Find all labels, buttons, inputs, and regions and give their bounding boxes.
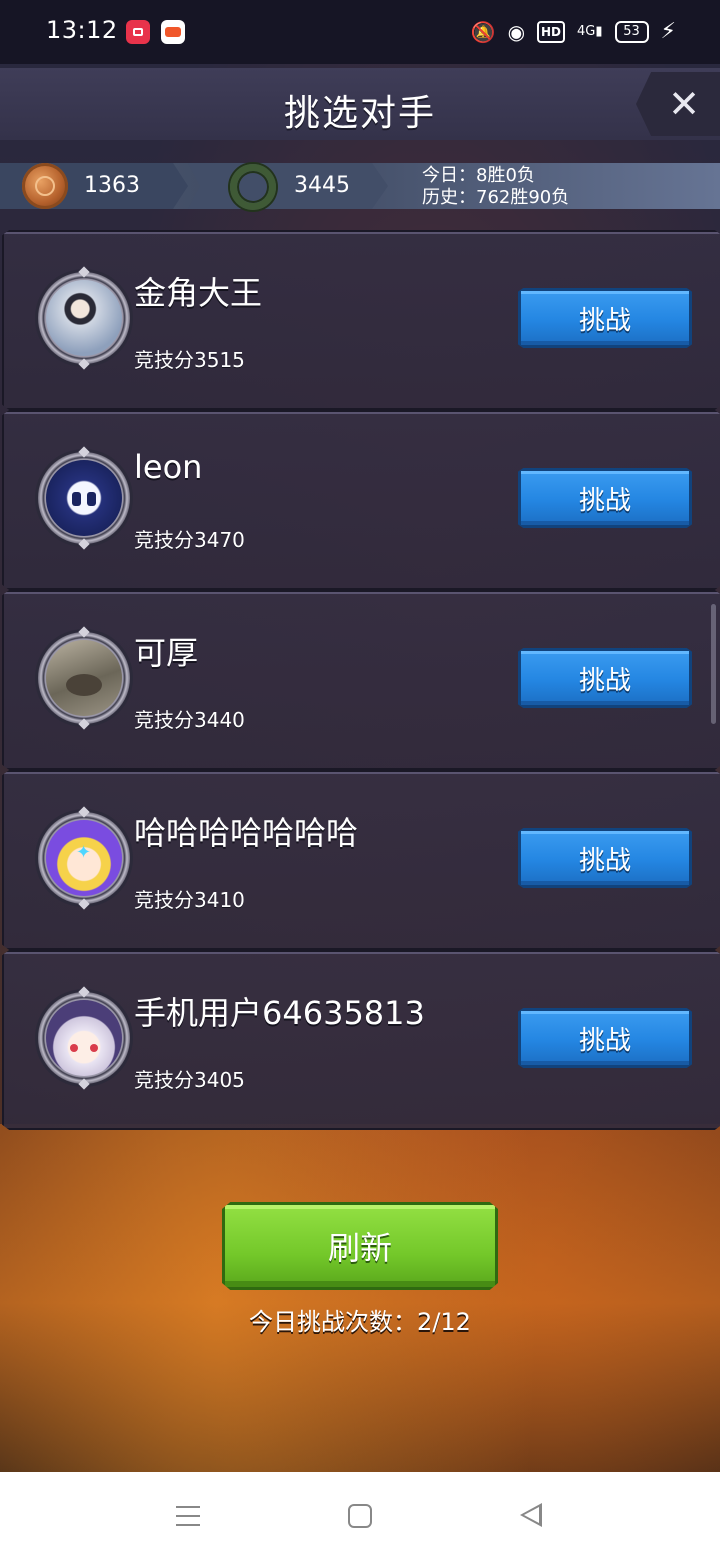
status-icons: 🔕 ◉ HD 4G▮ 53 ⚡: [471, 18, 676, 46]
opponent-card: 手机用户64635813 竞技分3405 挑战: [2, 950, 720, 1130]
opponent-name: 金角大王: [134, 274, 263, 312]
challenge-button[interactable]: 挑战: [518, 648, 692, 708]
avatar: [46, 1000, 122, 1076]
page-title: 挑选对手: [283, 93, 436, 134]
opponent-card: 哈哈哈哈哈哈哈 竞技分3410 挑战: [2, 770, 720, 950]
avatar-frame: [38, 992, 130, 1084]
trophy-count: 3445: [294, 173, 350, 198]
home-icon[interactable]: [348, 1504, 372, 1528]
challenge-button[interactable]: 挑战: [518, 468, 692, 528]
status-bar: 13:12 🔕 ◉ HD 4G▮ 53 ⚡: [0, 0, 720, 64]
opponent-card: 金角大王 竞技分3515 挑战: [2, 230, 720, 410]
avatar: [46, 820, 122, 896]
opponent-score: 竞技分3410: [134, 888, 245, 912]
opponent-score: 竞技分3515: [134, 348, 245, 372]
challenge-button[interactable]: 挑战: [518, 1008, 692, 1068]
avatar-frame: [38, 812, 130, 904]
avatar: [46, 640, 122, 716]
avatar-frame: [38, 452, 130, 544]
signal-icon: 4G▮: [577, 24, 603, 39]
status-time: 13:12: [46, 16, 118, 44]
game-app-icon: [161, 20, 185, 44]
avatar-frame: [38, 632, 130, 724]
daily-challenge-count: 今日挑战次数：2/12: [249, 1308, 471, 1336]
opponent-score: 竞技分3405: [134, 1068, 245, 1092]
charging-icon: ⚡: [660, 19, 676, 44]
battery-icon: 53: [614, 21, 649, 43]
scrollbar[interactable]: [711, 604, 716, 724]
back-icon[interactable]: [520, 1503, 542, 1527]
header: 挑选对手: [0, 68, 720, 140]
opponent-score: 竞技分3470: [134, 528, 245, 552]
challenge-button[interactable]: 挑战: [518, 828, 692, 888]
recent-apps-icon[interactable]: [176, 1504, 200, 1528]
avatar-frame: [38, 272, 130, 364]
challenge-button[interactable]: 挑战: [518, 288, 692, 348]
opponent-name: 手机用户64635813: [134, 994, 425, 1032]
opponent-name: 可厚: [134, 634, 199, 672]
opponent-score: 竞技分3440: [134, 708, 245, 732]
opponent-card: 可厚 竞技分3440 挑战: [2, 590, 720, 770]
opponent-name: leon: [134, 448, 203, 486]
close-icon: ✕: [668, 82, 700, 126]
hd-icon: HD: [537, 21, 566, 43]
opponent-card: leon 竞技分3470 挑战: [2, 410, 720, 590]
refresh-button[interactable]: 刷新: [222, 1202, 498, 1290]
wreath-icon: [230, 164, 276, 210]
coin-count: 1363: [84, 173, 140, 198]
history-record: 历史：762胜90负: [422, 187, 570, 208]
mute-bell-icon: 🔕: [470, 20, 496, 44]
avatar: [46, 460, 122, 536]
avatar: [46, 280, 122, 356]
screen-recorder-icon: [126, 20, 150, 44]
wifi-icon: ◉: [507, 20, 526, 44]
coin-icon: [22, 163, 68, 209]
opponent-name: 哈哈哈哈哈哈哈: [134, 814, 359, 852]
today-record: 今日：8胜0负: [422, 165, 535, 186]
close-button[interactable]: ✕: [636, 72, 720, 136]
